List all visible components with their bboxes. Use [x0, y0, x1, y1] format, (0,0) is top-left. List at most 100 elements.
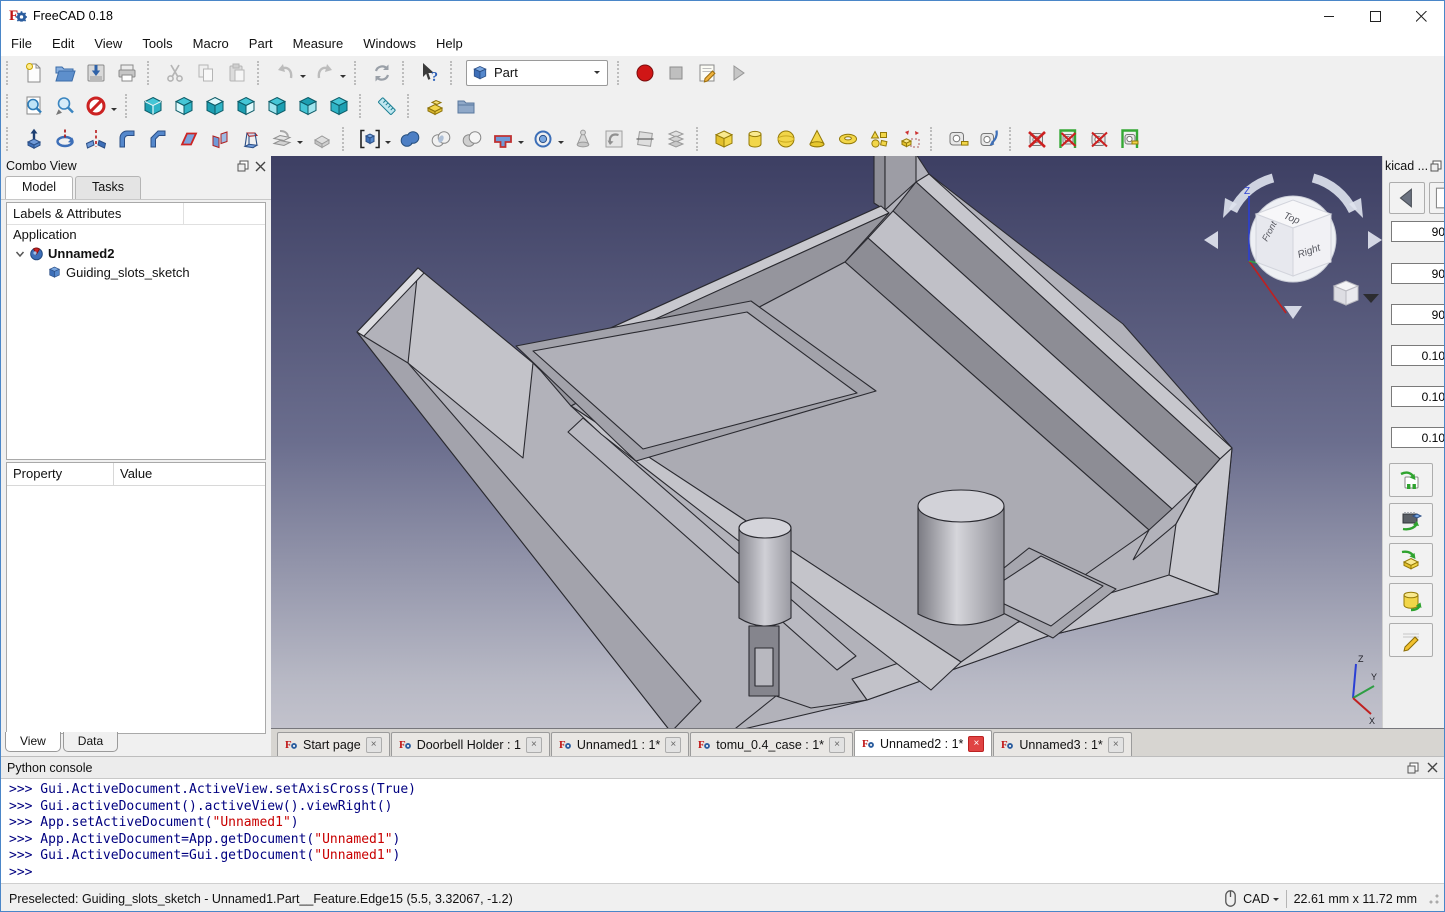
nav-mini-cube[interactable] [1334, 281, 1358, 305]
maximize-button[interactable] [1352, 1, 1398, 31]
tab-tasks[interactable]: Tasks [75, 176, 141, 199]
measure-toggle-3d-button[interactable] [1084, 125, 1113, 154]
cross-section-button[interactable] [630, 125, 659, 154]
menu-help[interactable]: Help [426, 33, 473, 54]
doc-tab-close-icon[interactable]: × [968, 736, 984, 752]
toolbar-handle[interactable] [930, 127, 938, 151]
tree-item-document[interactable]: Unnamed2 [7, 244, 265, 263]
create-group-button[interactable] [451, 91, 480, 120]
extrude-button[interactable] [19, 125, 48, 154]
loft-button[interactable] [236, 125, 265, 154]
kicad-rotation-z-input[interactable] [1391, 304, 1445, 325]
primitive-box-button[interactable] [709, 125, 738, 154]
workbench-selector[interactable]: Part [466, 60, 608, 86]
embed-button[interactable] [528, 125, 557, 154]
close-button[interactable] [1398, 1, 1444, 31]
kicad-new-sketch-button[interactable] [1429, 182, 1445, 214]
cut-button[interactable] [160, 58, 189, 87]
connect-dropdown-caret[interactable] [518, 141, 524, 147]
menu-windows[interactable]: Windows [353, 33, 426, 54]
boolean-union-button[interactable] [395, 125, 424, 154]
compound-button[interactable] [355, 125, 384, 154]
primitives-dialog-button[interactable] [864, 125, 893, 154]
new-document-button[interactable] [19, 58, 48, 87]
view-front-button[interactable] [169, 91, 198, 120]
doc-tab-close-icon[interactable]: × [366, 737, 382, 753]
connect-button[interactable] [488, 125, 517, 154]
kicad-export-box-button[interactable] [1389, 543, 1433, 577]
float-panel-icon[interactable] [1430, 160, 1442, 172]
menu-view[interactable]: View [84, 33, 132, 54]
doc-tab-tomu-case[interactable]: F tomu_0.4_case : 1* × [690, 732, 853, 756]
toolbar-handle[interactable] [450, 61, 458, 85]
doc-tab-start-page[interactable]: F Start page × [277, 732, 390, 756]
float-panel-icon[interactable] [1407, 762, 1419, 774]
tree-item-application[interactable]: Application [7, 225, 265, 244]
refresh-button[interactable] [367, 58, 396, 87]
3d-viewport[interactable]: Z Top Front Right [271, 156, 1382, 728]
undo-dropdown-caret[interactable] [300, 75, 306, 81]
doc-tab-unnamed1[interactable]: F Unnamed1 : 1* × [551, 732, 689, 756]
boolean-common-button[interactable] [426, 125, 455, 154]
compound-dropdown-caret[interactable] [385, 141, 391, 147]
toolbar-handle[interactable] [696, 127, 704, 151]
tab-view[interactable]: View [5, 732, 61, 752]
draw-style-button[interactable] [81, 91, 110, 120]
property-column-header[interactable]: Property [7, 463, 114, 485]
close-panel-icon[interactable] [1427, 762, 1438, 773]
toolbar-handle[interactable] [257, 61, 265, 85]
whats-this-button[interactable]: ? [415, 58, 444, 87]
menu-part[interactable]: Part [239, 33, 283, 54]
create-part-button[interactable] [420, 91, 449, 120]
minimize-button[interactable] [1306, 1, 1352, 31]
toolbar-handle[interactable] [6, 61, 14, 85]
value-column-header[interactable]: Value [114, 463, 152, 485]
view-left-button[interactable] [324, 91, 353, 120]
macro-play-button[interactable] [723, 58, 752, 87]
toolbar-handle[interactable] [147, 61, 155, 85]
toolbar-handle[interactable] [6, 94, 14, 118]
redo-dropdown-caret[interactable] [340, 75, 346, 81]
toolbar-handle[interactable] [359, 94, 367, 118]
view-rear-button[interactable] [262, 91, 291, 120]
chamfer-button[interactable] [143, 125, 172, 154]
make-face-button[interactable] [174, 125, 203, 154]
doc-tab-close-icon[interactable]: × [526, 737, 542, 753]
open-document-button[interactable] [50, 58, 79, 87]
doc-tab-doorbell-holder[interactable]: F Doorbell Holder : 1 × [391, 732, 550, 756]
kicad-load-model-button[interactable] [1389, 503, 1433, 537]
console-prompt[interactable]: >>> [9, 865, 1444, 882]
toolbar-handle[interactable] [6, 127, 14, 151]
macro-stop-button[interactable] [661, 58, 690, 87]
fit-all-button[interactable] [19, 91, 48, 120]
menu-file[interactable]: File [1, 33, 42, 54]
cross-sections-button[interactable] [661, 125, 690, 154]
view-right-button[interactable] [231, 91, 260, 120]
paste-button[interactable] [222, 58, 251, 87]
measure-toggle-delta-button[interactable] [1115, 125, 1144, 154]
resize-grip[interactable] [1428, 893, 1440, 905]
offset-button[interactable] [307, 125, 336, 154]
sweep-dropdown-caret[interactable] [297, 141, 303, 147]
menu-measure[interactable]: Measure [283, 33, 354, 54]
menu-tools[interactable]: Tools [132, 33, 182, 54]
draw-style-dropdown-caret[interactable] [111, 108, 117, 114]
view-top-button[interactable] [200, 91, 229, 120]
kicad-edit-button[interactable] [1389, 623, 1433, 657]
kicad-load-footprint-button[interactable] [1389, 463, 1433, 497]
view-axonometric-button[interactable] [138, 91, 167, 120]
menu-edit[interactable]: Edit [42, 33, 84, 54]
sweep-button[interactable] [267, 125, 296, 154]
nav-cube-body[interactable]: Top Front Right [1250, 196, 1336, 282]
measure-linear-button[interactable] [943, 125, 972, 154]
kicad-rotation-x-input[interactable] [1391, 221, 1445, 242]
print-button[interactable] [112, 58, 141, 87]
revolve-button[interactable] [50, 125, 79, 154]
kicad-offset-y-input[interactable] [1391, 386, 1445, 407]
doc-tab-close-icon[interactable]: × [1108, 737, 1124, 753]
doc-tab-unnamed3[interactable]: F Unnamed3 : 1* × [993, 732, 1131, 756]
tab-data[interactable]: Data [63, 732, 118, 752]
shape-builder-button[interactable] [895, 125, 924, 154]
toolbar-handle[interactable] [617, 61, 625, 85]
boolean-cut-button[interactable] [457, 125, 486, 154]
